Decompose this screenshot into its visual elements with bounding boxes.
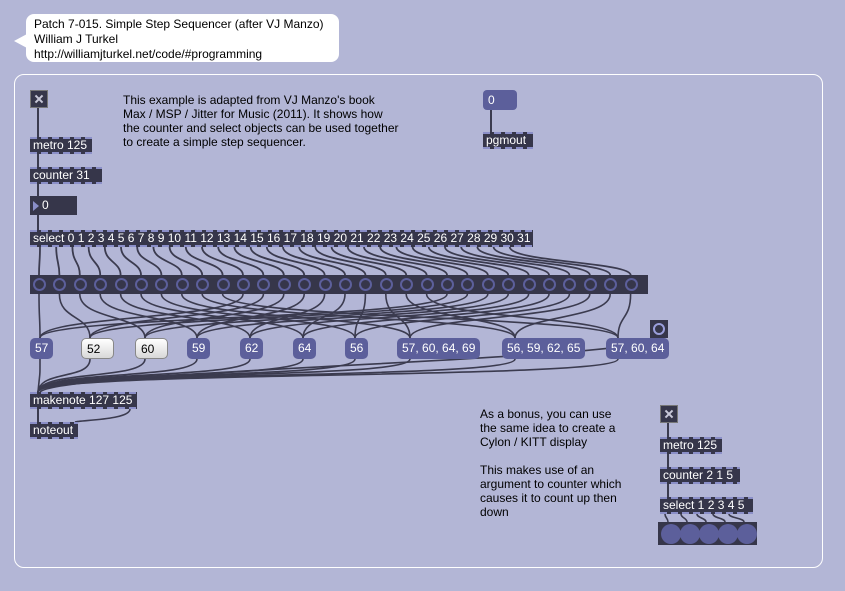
bonus-bang-4[interactable]: [718, 524, 738, 544]
bonus-bang-row: [658, 522, 757, 545]
bang-button[interactable]: [339, 278, 352, 291]
metro-object[interactable]: metro 125: [30, 137, 92, 154]
patch-author: William J Turkel: [34, 32, 119, 46]
bang-button[interactable]: [502, 278, 516, 291]
patch-url: http://williamjturkel.net/code/#programm…: [34, 47, 263, 61]
bang-button[interactable]: [257, 278, 271, 291]
bang-button[interactable]: [298, 278, 312, 291]
bang-button[interactable]: [522, 278, 536, 291]
counter-number-box[interactable]: 0: [30, 196, 77, 215]
bang-button[interactable]: [543, 278, 556, 291]
bang-button[interactable]: [318, 278, 332, 291]
counter-value: 0: [42, 198, 49, 212]
bang-button[interactable]: [237, 278, 250, 291]
message-60[interactable]: 60: [135, 338, 168, 359]
bang-button-row: [30, 275, 648, 294]
pgmout-object[interactable]: pgmout: [483, 132, 533, 149]
noteout-object[interactable]: noteout: [30, 422, 78, 439]
message-59[interactable]: 59: [187, 338, 211, 359]
bang-button[interactable]: [441, 278, 454, 291]
bonus-bang-1[interactable]: [661, 524, 681, 544]
message-chord-1[interactable]: 57, 60, 64, 69: [397, 338, 481, 359]
bang-button[interactable]: [135, 278, 148, 291]
message-chord-2[interactable]: 56, 59, 62, 65: [502, 338, 586, 359]
message-64[interactable]: 64: [293, 338, 317, 359]
bang-button[interactable]: [400, 278, 414, 291]
bonus-counter-object[interactable]: counter 2 1 5: [660, 467, 740, 484]
bang-button[interactable]: [379, 278, 393, 291]
bang-button[interactable]: [624, 278, 638, 291]
bonus-select-object[interactable]: select 1 2 3 4 5: [660, 497, 753, 514]
bang-button[interactable]: [359, 278, 373, 291]
bang-button[interactable]: [216, 278, 230, 291]
bang-button[interactable]: [155, 278, 169, 291]
bonus-metro-object[interactable]: metro 125: [660, 437, 722, 454]
bonus-bang-2[interactable]: [680, 524, 700, 544]
bang-button[interactable]: [277, 278, 291, 291]
message-62[interactable]: 62: [240, 338, 264, 359]
bonus-bang-3[interactable]: [699, 524, 719, 544]
message-57[interactable]: 57: [30, 338, 54, 359]
bang-button[interactable]: [420, 278, 434, 291]
bang-button[interactable]: [196, 278, 210, 291]
bang-button[interactable]: [73, 278, 87, 291]
message-52[interactable]: 52: [81, 338, 114, 359]
description-comment: This example is adapted from VJ Manzo's …: [123, 93, 399, 149]
title-comment: Patch 7-015. Simple Step Sequencer (afte…: [26, 14, 339, 62]
bang-button[interactable]: [33, 278, 46, 291]
message-56[interactable]: 56: [345, 338, 369, 359]
message-chord-3[interactable]: 57, 60, 64: [606, 338, 670, 359]
select-object[interactable]: select 0 1 2 3 4 5 6 7 8 9 10 11 12 13 1…: [30, 230, 533, 247]
bonus-bang-5[interactable]: [737, 524, 757, 544]
makenote-object[interactable]: makenote 127 125: [30, 392, 137, 409]
bang-button[interactable]: [94, 278, 108, 291]
patch-title: Patch 7-015. Simple Step Sequencer (afte…: [34, 17, 324, 31]
bang-button[interactable]: [481, 278, 495, 291]
program-number-box[interactable]: 0: [483, 90, 517, 110]
bang-button[interactable]: [175, 278, 189, 291]
bang-button[interactable]: [563, 278, 577, 291]
metro-toggle[interactable]: [30, 90, 48, 108]
bonus-metro-toggle[interactable]: [660, 405, 678, 423]
bang-button[interactable]: [604, 278, 618, 291]
bang-button[interactable]: [53, 278, 67, 291]
bang-button[interactable]: [114, 278, 128, 291]
bang-button[interactable]: [461, 278, 475, 291]
number-box-arrow-icon: [33, 201, 39, 211]
bang-button-extra[interactable]: [650, 320, 668, 338]
bang-button[interactable]: [583, 278, 597, 291]
counter-object[interactable]: counter 31: [30, 167, 102, 184]
bonus-comment: As a bonus, you can use the same idea to…: [480, 407, 622, 519]
